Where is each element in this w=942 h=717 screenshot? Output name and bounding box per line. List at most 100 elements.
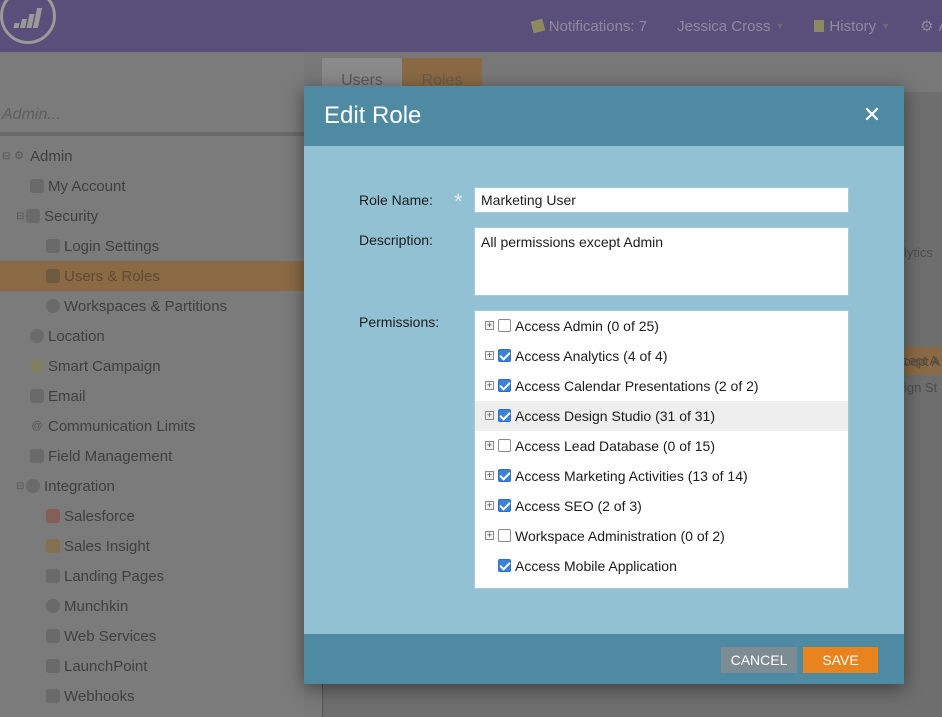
permission-label: Access Lead Database (0 of 15) (515, 438, 716, 454)
expand-icon[interactable]: + (485, 351, 494, 360)
role-name-input[interactable] (474, 187, 849, 213)
save-button[interactable]: SAVE (803, 647, 878, 673)
edit-role-dialog: Edit Role ✕ Role Name: * Description: Al… (304, 86, 904, 684)
tree-item-landing-pages[interactable]: Landing Pages (0, 561, 304, 591)
permission-row[interactable]: + Workspace Administration (0 of 2) (475, 521, 848, 551)
permission-checkbox[interactable] (498, 319, 511, 332)
permission-checkbox[interactable] (498, 439, 511, 452)
permission-row[interactable]: + Access SEO (2 of 3) (475, 491, 848, 521)
notifications-link[interactable]: Notifications: 7 (530, 17, 648, 35)
tree-item-munchkin[interactable]: Munchkin (0, 591, 304, 621)
globe-icon (46, 299, 60, 313)
permission-row[interactable]: + Access Marketing Activities (13 of 14) (475, 461, 848, 491)
tree-item-label: Communication Limits (48, 417, 196, 435)
expand-icon[interactable]: + (485, 501, 494, 510)
logo-bars-icon (13, 6, 44, 28)
permission-row[interactable]: + Access Calendar Presentations (2 of 2) (475, 371, 848, 401)
field-icon (30, 449, 44, 463)
permission-checkbox[interactable] (498, 349, 511, 362)
gear-icon: ⚙ (14, 150, 24, 162)
expand-icon[interactable]: + (485, 531, 494, 540)
permission-label: Access Mobile Application (515, 558, 677, 574)
tree-item-label: Salesforce (64, 507, 135, 525)
tree-item-communication-limits[interactable]: @ Communication Limits (0, 411, 304, 441)
permission-label: Access Analytics (4 of 4) (515, 348, 668, 364)
cancel-button[interactable]: CANCEL (721, 647, 797, 673)
tree-item-label: Smart Campaign (48, 357, 161, 375)
permission-row[interactable]: + Access Lead Database (0 of 15) (475, 431, 848, 461)
collapse-icon[interactable]: ⊟ (2, 151, 12, 162)
tree-item-label: Webhooks (64, 687, 135, 705)
tree-item-integration[interactable]: ⊟ Integration (0, 471, 304, 501)
tree-item-label: Munchkin (64, 597, 129, 615)
at-icon: @ (31, 420, 43, 432)
tree-item-webhooks[interactable]: Webhooks (0, 681, 304, 711)
permission-checkbox[interactable] (498, 559, 511, 572)
tree-item-smart-campaign[interactable]: Smart Campaign (0, 351, 304, 381)
expand-icon[interactable]: + (485, 441, 494, 450)
description-input[interactable]: All permissions except Admin (474, 227, 849, 296)
required-asterisk-icon: * (454, 189, 463, 214)
tree-item-salesforce[interactable]: Salesforce (0, 501, 304, 531)
permission-row[interactable]: + Access Design Studio (31 of 31) (475, 401, 848, 431)
collapse-icon[interactable]: ⊟ (16, 481, 26, 492)
tree-item-login-settings[interactable]: Login Settings (0, 231, 304, 261)
expand-icon[interactable]: + (485, 411, 494, 420)
top-bar: Notifications: 7 Jessica Cross ▼ History… (0, 0, 942, 72)
permission-row[interactable]: Access Mobile Application (475, 551, 848, 581)
admin-tree: ⊟ ⚙ Admin My Account ⊟ Security Login Se… (0, 141, 304, 711)
tree-item-workspaces[interactable]: Workspaces & Partitions (0, 291, 304, 321)
tree-item-label: Workspaces & Partitions (64, 297, 228, 315)
permission-label: Access Marketing Activities (13 of 14) (515, 468, 748, 484)
permission-row[interactable]: + Access Admin (0 of 25) (475, 311, 848, 341)
notifications-label: Notifications: 7 (548, 17, 648, 35)
permission-label: Access Design Studio (31 of 31) (515, 408, 715, 424)
tree-item-location[interactable]: Location (0, 321, 304, 351)
permission-checkbox[interactable] (498, 469, 511, 482)
admin-search-input[interactable]: Admin... (0, 96, 304, 136)
gear-icon: ⚙ (920, 18, 934, 35)
permission-row[interactable]: + Access Analytics (4 of 4) (475, 341, 848, 371)
history-menu[interactable]: History ▼ (814, 17, 890, 35)
tree-item-web-services[interactable]: Web Services (0, 621, 304, 651)
munchkin-icon (46, 599, 60, 613)
settings-menu[interactable]: ⚙ A (920, 17, 942, 36)
key-icon (46, 239, 60, 253)
history-icon (814, 20, 825, 32)
bulb-icon (30, 359, 44, 373)
permission-checkbox[interactable] (498, 379, 511, 392)
permission-label: Access SEO (2 of 3) (515, 498, 642, 514)
cloud-icon (26, 479, 40, 493)
user-name: Jessica Cross (677, 17, 771, 35)
dialog-footer: CANCEL SAVE (304, 634, 904, 684)
tree-item-field-management[interactable]: Field Management (0, 441, 304, 471)
tree-item-email[interactable]: Email (0, 381, 304, 411)
tree-item-my-account[interactable]: My Account (0, 171, 304, 201)
chevron-down-icon: ▼ (775, 21, 785, 31)
permission-label: Access Admin (0 of 25) (515, 318, 659, 334)
close-icon[interactable]: ✕ (862, 103, 882, 127)
salesforce-icon (46, 509, 60, 523)
expand-icon[interactable]: + (485, 321, 494, 330)
gears-icon (46, 629, 60, 643)
expand-icon[interactable]: + (485, 471, 494, 480)
tree-item-admin[interactable]: ⊟ ⚙ Admin (0, 141, 304, 171)
tree-item-label: Sales Insight (64, 537, 150, 555)
permission-checkbox[interactable] (498, 409, 511, 422)
permission-checkbox[interactable] (498, 529, 511, 542)
tree-item-users-roles[interactable]: Users & Roles (0, 261, 304, 291)
tree-item-label: Admin (30, 147, 73, 165)
tree-item-sales-insight[interactable]: Sales Insight (0, 531, 304, 561)
tree-item-label: Field Management (48, 447, 173, 465)
history-label: History (829, 17, 877, 35)
collapse-icon[interactable]: ⊟ (16, 211, 26, 222)
top-nav: Notifications: 7 Jessica Cross ▼ History… (530, 17, 942, 36)
permission-checkbox[interactable] (498, 499, 511, 512)
permissions-label: Permissions: (359, 314, 440, 330)
tree-item-security[interactable]: ⊟ Security (0, 201, 304, 231)
tree-item-launchpoint[interactable]: LaunchPoint (0, 651, 304, 681)
tree-item-label: My Account (48, 177, 126, 195)
bg-text-3: cept A (904, 354, 941, 369)
expand-icon[interactable]: + (485, 381, 494, 390)
user-menu[interactable]: Jessica Cross ▼ (677, 17, 784, 35)
